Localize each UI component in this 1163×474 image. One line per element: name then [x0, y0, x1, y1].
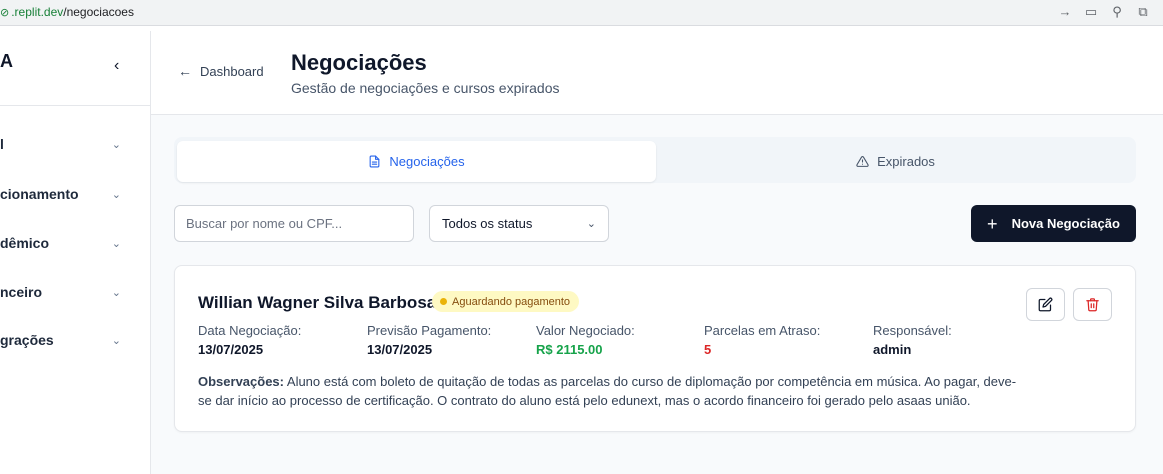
new-negotiation-label: Nova Negociação [1011, 216, 1120, 231]
open-external-icon[interactable]: ⧉ [1135, 4, 1151, 20]
observations: Observações: Aluno está com boleto de qu… [198, 372, 1023, 410]
field-value: R$ 2115.00 [536, 342, 603, 357]
status-filter-select[interactable]: Todos os status ⌄ [429, 205, 609, 242]
field-valor-negociado: Valor Negociado: R$ 2115.00 [536, 323, 696, 357]
sidebar-item-label: grações [0, 332, 54, 348]
field-data-negociacao: Data Negociação: 13/07/2025 [198, 323, 358, 357]
chevron-down-icon: ⌄ [111, 188, 121, 201]
back-label: Dashboard [200, 63, 264, 79]
sidebar-item-label: dêmico [0, 235, 50, 251]
sidebar-item-label: l [0, 136, 4, 152]
field-label: Responsável: [873, 323, 952, 338]
sidebar-item-financeiro[interactable]: nceiro ⌄ [0, 278, 151, 306]
monitor-icon[interactable]: ▭ [1083, 4, 1099, 20]
page-subtitle: Gestão de negociações e cursos expirados [291, 80, 560, 96]
tab-label: Expirados [877, 154, 935, 169]
address-bar[interactable]: ⊘ .replit.dev /negociacoes [0, 5, 134, 19]
browser-actions: → ▭ ⚲ ⧉ [1057, 4, 1151, 20]
observations-text: Aluno está com boleto de quitação de tod… [198, 374, 1017, 408]
sidebar-brand: A [0, 51, 13, 71]
plus-icon: + [987, 213, 998, 234]
field-value: admin [873, 342, 912, 357]
sidebar-divider [0, 105, 151, 106]
search-input[interactable] [174, 205, 414, 242]
url-host: .replit.dev [11, 5, 64, 19]
tab-expirados[interactable]: Expirados [656, 141, 1135, 182]
sidebar-item-integracoes[interactable]: grações ⌄ [0, 326, 151, 354]
edit-button[interactable] [1026, 288, 1065, 321]
sidebar-item-relacionamento[interactable]: cionamento ⌄ [0, 180, 151, 208]
edit-icon [1038, 297, 1053, 312]
chevron-down-icon: ⌄ [111, 286, 121, 299]
sidebar: A ‹ l ⌄ cionamento ⌄ dêmico ⌄ nceiro ⌄ g… [0, 31, 151, 474]
file-text-icon [370, 155, 380, 168]
field-value: 13/07/2025 [198, 342, 264, 357]
chevron-down-icon: ⌄ [111, 334, 121, 347]
wrench-icon[interactable]: ⚲ [1109, 4, 1125, 20]
back-to-dashboard-link[interactable]: ← Dashboard [178, 63, 264, 79]
field-parcelas-atraso: Parcelas em Atraso: 5 [704, 323, 864, 357]
observations-label: Observações: [198, 374, 284, 389]
tab-label: Negociações [389, 154, 465, 169]
page-title: Negociações [291, 50, 427, 75]
arrow-left-icon: ← [178, 63, 192, 79]
delete-button[interactable] [1073, 288, 1112, 321]
field-label: Parcelas em Atraso: [704, 323, 821, 338]
sidebar-item-label: cionamento [0, 186, 79, 202]
alert-triangle-icon [856, 156, 869, 167]
tab-list: Negociações Expirados [174, 137, 1136, 183]
sidebar-item-academico[interactable]: dêmico ⌄ [0, 229, 151, 257]
sidebar-item-geral[interactable]: l ⌄ [0, 130, 151, 158]
main-content: Negociações Expirados Todos os status ⌄ … [151, 115, 1163, 474]
status-badge-label: Aguardando pagamento [452, 295, 571, 308]
url-path: /negociacoes [63, 5, 134, 19]
field-previsao-pagamento: Previsão Pagamento: 13/07/2025 [367, 323, 527, 357]
status-filter-value: Todos os status [442, 216, 533, 231]
chevron-down-icon: ⌄ [111, 237, 121, 250]
negotiation-card: Willian Wagner Silva Barbosa Aguardando … [174, 265, 1136, 432]
field-value: 13/07/2025 [367, 342, 433, 357]
tab-negociacoes[interactable]: Negociações [177, 141, 656, 182]
collapse-sidebar-icon[interactable]: ‹ [114, 57, 119, 75]
sidebar-item-label: nceiro [0, 284, 43, 300]
student-name: Willian Wagner Silva Barbosa [198, 293, 437, 312]
field-label: Previsão Pagamento: [367, 323, 492, 338]
browser-url-bar: ⊘ .replit.dev /negociacoes → ▭ ⚲ ⧉ [0, 0, 1163, 26]
chevron-down-icon: ⌄ [111, 138, 121, 151]
site-info-icon[interactable]: ⊘ [0, 6, 9, 19]
status-dot-icon [440, 298, 447, 305]
chevron-down-icon: ⌄ [586, 218, 596, 230]
navigate-arrow-icon[interactable]: → [1057, 4, 1073, 20]
field-responsavel: Responsável: admin [873, 323, 1033, 357]
field-label: Data Negociação: [198, 323, 302, 338]
status-badge: Aguardando pagamento [432, 291, 580, 312]
trash-icon [1086, 298, 1099, 312]
new-negotiation-button[interactable]: + Nova Negociação [971, 205, 1136, 242]
page-header: ← Dashboard Negociações Gestão de negoci… [151, 31, 1163, 115]
field-value: 5 [704, 342, 712, 357]
field-label: Valor Negociado: [536, 323, 635, 338]
